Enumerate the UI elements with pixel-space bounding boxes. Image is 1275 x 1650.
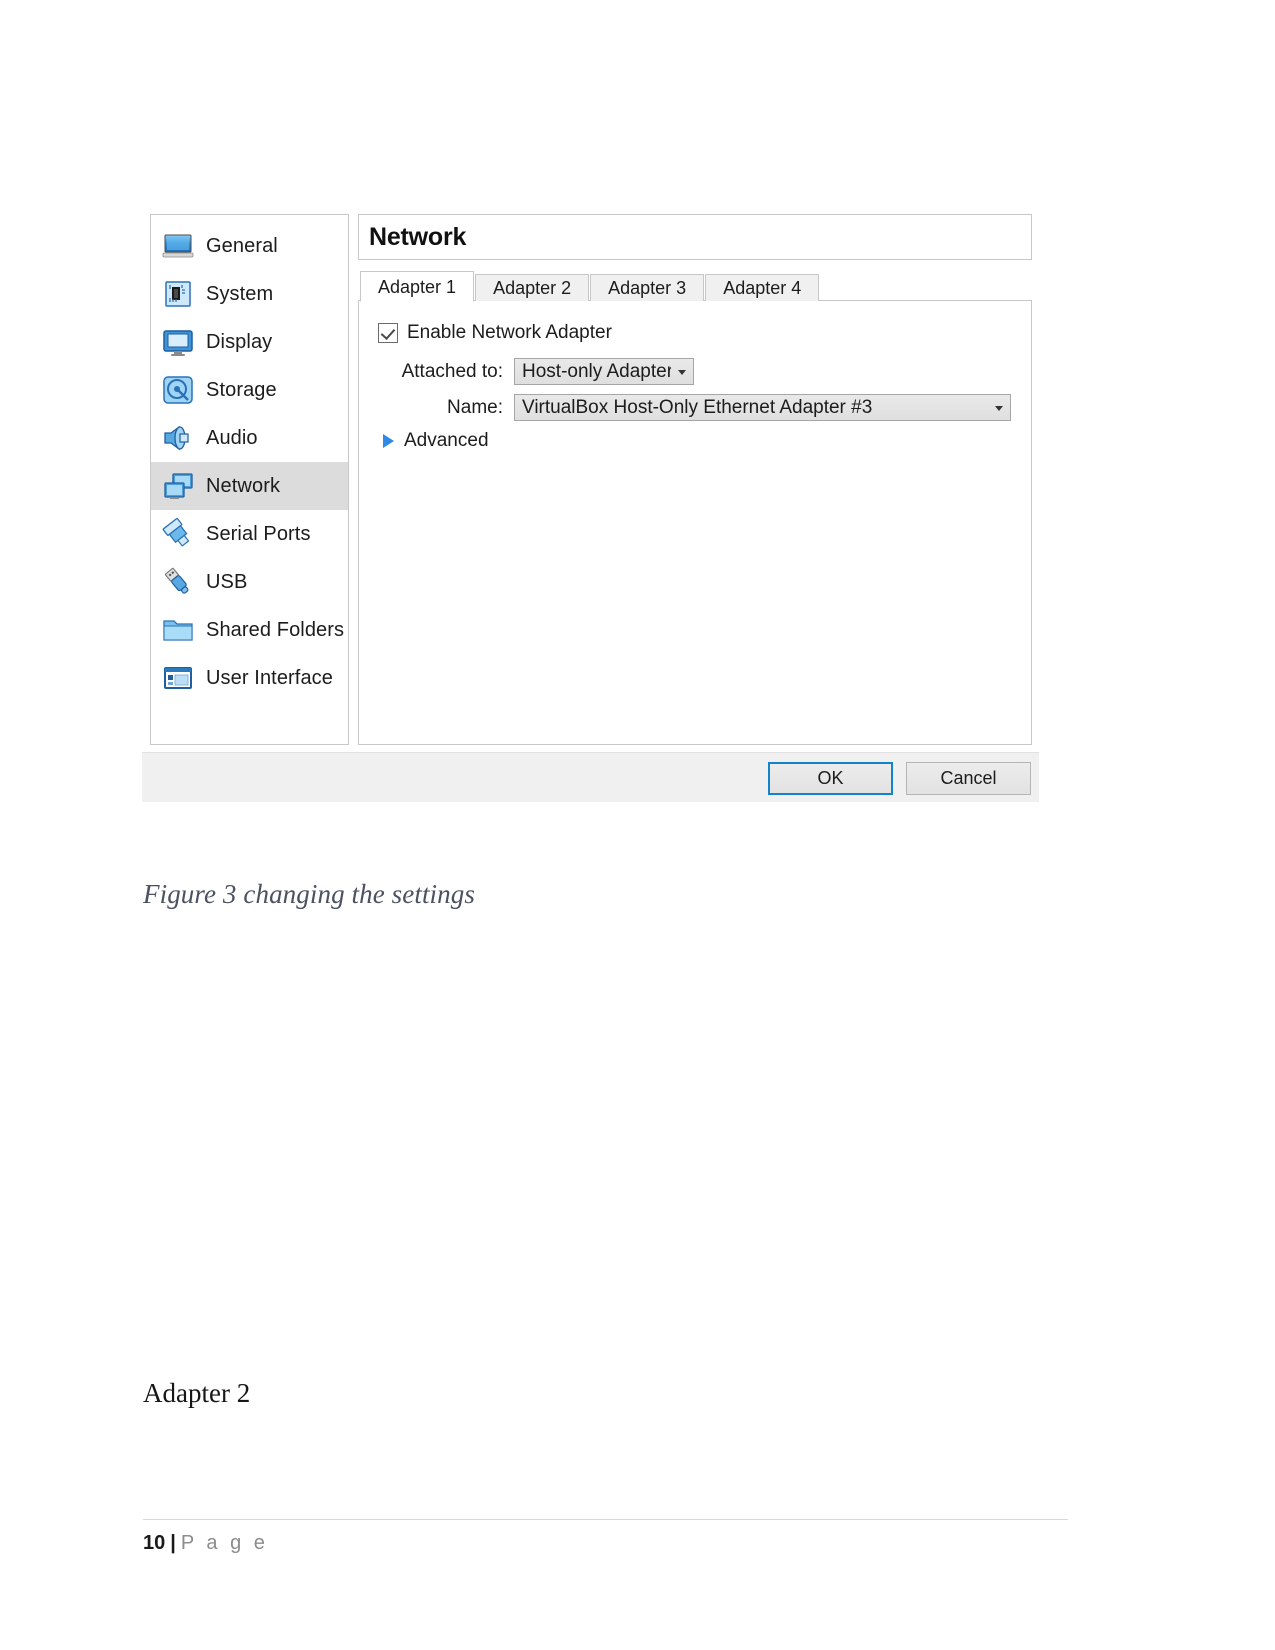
sidebar-item-label: USB	[206, 570, 248, 593]
document-page: General System Display Storage Audio Net…	[0, 0, 1275, 1650]
attached-to-row: Attached to: Host-only Adapter	[381, 358, 1021, 385]
sidebar-item-usb[interactable]: USB	[151, 558, 348, 606]
adapter-name-row: Name: VirtualBox Host-Only Ethernet Adap…	[381, 394, 1021, 421]
attached-to-select[interactable]: Host-only Adapter	[514, 358, 694, 385]
triangle-right-icon	[383, 434, 394, 448]
sidebar-item-label: General	[206, 234, 278, 257]
monitor-icon	[161, 229, 195, 263]
footer-separator: |	[170, 1532, 176, 1554]
sidebar-item-general[interactable]: General	[151, 222, 348, 270]
adapter-name-value: VirtualBox Host-Only Ethernet Adapter #3	[522, 396, 873, 418]
dialog-footer: OK Cancel	[142, 752, 1039, 802]
cancel-button[interactable]: Cancel	[906, 762, 1031, 795]
advanced-expander[interactable]: Advanced	[383, 430, 489, 452]
adapter-name-select[interactable]: VirtualBox Host-Only Ethernet Adapter #3	[514, 394, 1011, 421]
section-heading: Adapter 2	[143, 1378, 251, 1408]
display-icon	[161, 325, 195, 359]
sidebar-item-display[interactable]: Display	[151, 318, 348, 366]
sidebar-item-label: Network	[206, 474, 281, 497]
adapter-1-panel: Enable Network Adapter Attached to: Host…	[358, 300, 1032, 745]
settings-right-pane: Network Adapter 1 Adapter 2 Adapter 3 Ad…	[358, 214, 1032, 745]
chevron-down-icon	[678, 369, 686, 375]
sidebar-item-label: System	[206, 282, 274, 305]
sidebar-item-network[interactable]: Network	[151, 462, 348, 510]
sidebar-item-label: Storage	[206, 378, 277, 401]
ok-button[interactable]: OK	[768, 762, 893, 795]
page-number: 10	[143, 1532, 166, 1554]
enable-network-adapter-row[interactable]: Enable Network Adapter	[378, 322, 612, 344]
page-title: Network	[369, 222, 467, 251]
sidebar-item-storage[interactable]: Storage	[151, 366, 348, 414]
sidebar-item-system[interactable]: System	[151, 270, 348, 318]
sidebar-item-serial-ports[interactable]: Serial Ports	[151, 510, 348, 558]
sidebar-item-audio[interactable]: Audio	[151, 414, 348, 462]
dialog-body: General System Display Storage Audio Net…	[142, 207, 1039, 752]
folder-icon	[161, 613, 195, 647]
sidebar-item-user-interface[interactable]: User Interface	[151, 654, 348, 702]
serial-port-icon	[161, 517, 195, 551]
sidebar-item-shared-folders[interactable]: Shared Folders	[151, 606, 348, 654]
window-icon	[161, 661, 195, 695]
figure-caption: Figure 3 changing the settings	[143, 879, 475, 909]
tab-adapter-3[interactable]: Adapter 3	[590, 274, 705, 301]
advanced-label: Advanced	[404, 430, 489, 451]
attached-to-label: Attached to:	[401, 360, 503, 382]
sidebar-item-label: User Interface	[206, 666, 334, 689]
adapter-tabstrip: Adapter 1 Adapter 2 Adapter 3 Adapter 4	[358, 271, 1032, 302]
sidebar-item-label: Display	[206, 330, 273, 353]
sidebar-item-label: Audio	[206, 426, 258, 449]
sidebar-item-label: Serial Ports	[206, 522, 311, 545]
attached-to-value: Host-only Adapter	[522, 360, 671, 382]
tab-adapter-1[interactable]: Adapter 1	[360, 271, 475, 302]
enable-network-adapter-checkbox[interactable]	[378, 323, 398, 343]
harddisk-icon	[161, 373, 195, 407]
adapter-tabs-region: Adapter 1 Adapter 2 Adapter 3 Adapter 4 …	[358, 271, 1032, 745]
usb-icon	[161, 565, 195, 599]
settings-sidebar: General System Display Storage Audio Net…	[150, 214, 349, 745]
chevron-down-icon	[995, 405, 1003, 411]
sidebar-item-label: Shared Folders	[206, 618, 345, 641]
tab-adapter-2[interactable]: Adapter 2	[475, 274, 590, 301]
virtualbox-settings-dialog: General System Display Storage Audio Net…	[142, 207, 1039, 802]
adapter-name-label: Name:	[447, 396, 503, 418]
enable-network-adapter-label: Enable Network Adapter	[407, 322, 612, 343]
motherboard-icon	[161, 277, 195, 311]
speaker-icon	[161, 421, 195, 455]
pane-header: Network	[358, 214, 1032, 260]
footer-divider	[143, 1519, 1068, 1520]
tab-adapter-4[interactable]: Adapter 4	[705, 274, 820, 301]
network-icon	[161, 469, 195, 503]
footer-page-word: P a g e	[180, 1532, 269, 1554]
page-footer: 10 | P a g e	[143, 1532, 268, 1555]
